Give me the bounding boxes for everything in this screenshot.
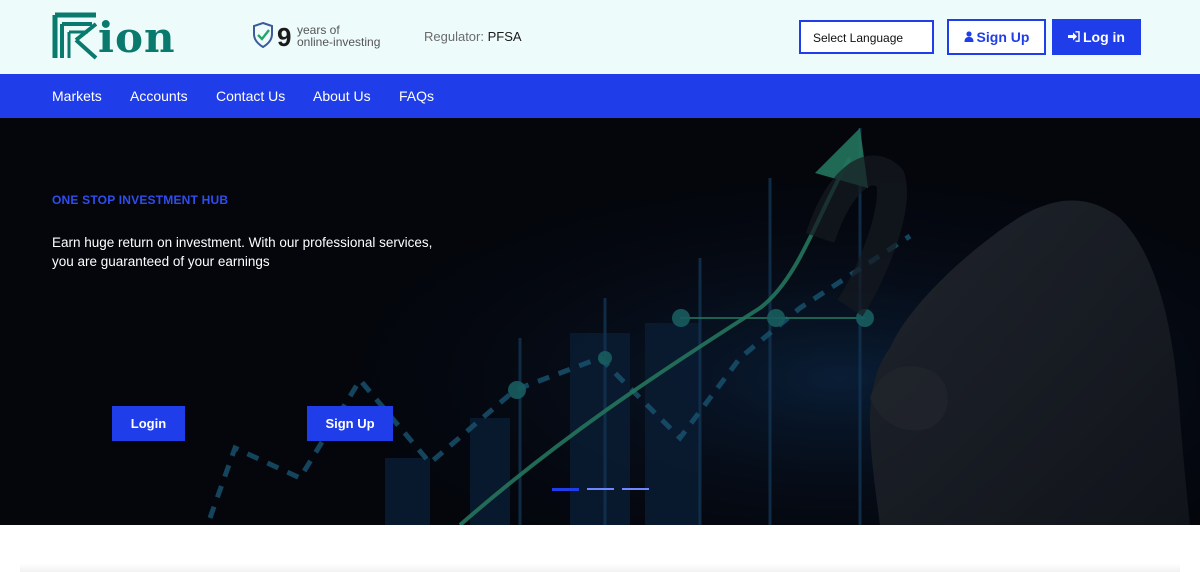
slide-indicator-3[interactable]: [622, 488, 649, 490]
hero-description-line-1: Earn huge return on investment. With our…: [52, 235, 433, 250]
header-login-label: Log in: [1083, 29, 1125, 45]
header-signup-label: Sign Up: [976, 29, 1030, 45]
hero-login-button[interactable]: Login: [112, 406, 185, 441]
logo-mark-icon: [52, 12, 98, 60]
nav-item-faqs[interactable]: FAQs: [399, 88, 434, 104]
header-login-button[interactable]: Log in: [1052, 19, 1141, 55]
logo-wordmark: ion: [98, 13, 176, 62]
years-line-2: online-investing: [297, 35, 381, 49]
slide-indicator-2[interactable]: [587, 488, 614, 490]
slide-indicator-1[interactable]: [552, 488, 579, 491]
logo[interactable]: ion: [52, 12, 204, 62]
nav-item-contact-us[interactable]: Contact Us: [216, 88, 285, 104]
hero-eyebrow: ONE STOP INVESTMENT HUB: [52, 193, 229, 207]
nav-item-about-us[interactable]: About Us: [313, 88, 371, 104]
main-nav: Markets Accounts Contact Us About Us FAQ…: [0, 74, 1200, 118]
sign-in-icon: [1068, 20, 1080, 56]
language-select-label: Select Language: [813, 31, 904, 45]
hero-description: Earn huge return on investment. With our…: [52, 233, 472, 271]
section-divider: [20, 564, 1180, 572]
hero-description-line-2: you are guaranteed of your earnings: [52, 254, 270, 269]
user-icon: [964, 22, 974, 54]
language-select[interactable]: Select Language: [799, 20, 934, 54]
nav-item-accounts[interactable]: Accounts: [130, 88, 188, 104]
hero-signup-button[interactable]: Sign Up: [307, 406, 393, 441]
regulator-label: Regulator:: [424, 29, 484, 44]
regulator-value: PFSA: [487, 29, 522, 44]
shield-check-icon: [253, 22, 273, 48]
years-number: 9: [277, 22, 292, 52]
nav-item-markets[interactable]: Markets: [52, 88, 102, 104]
hero-background-image: [0, 118, 1200, 525]
regulator-info: Regulator: PFSA: [424, 29, 522, 44]
site-header: ion 9 years of online-investing Regulato…: [0, 0, 1200, 74]
header-signup-button[interactable]: Sign Up: [947, 19, 1046, 55]
hero-slider: ONE STOP INVESTMENT HUB Earn huge return…: [0, 118, 1200, 525]
